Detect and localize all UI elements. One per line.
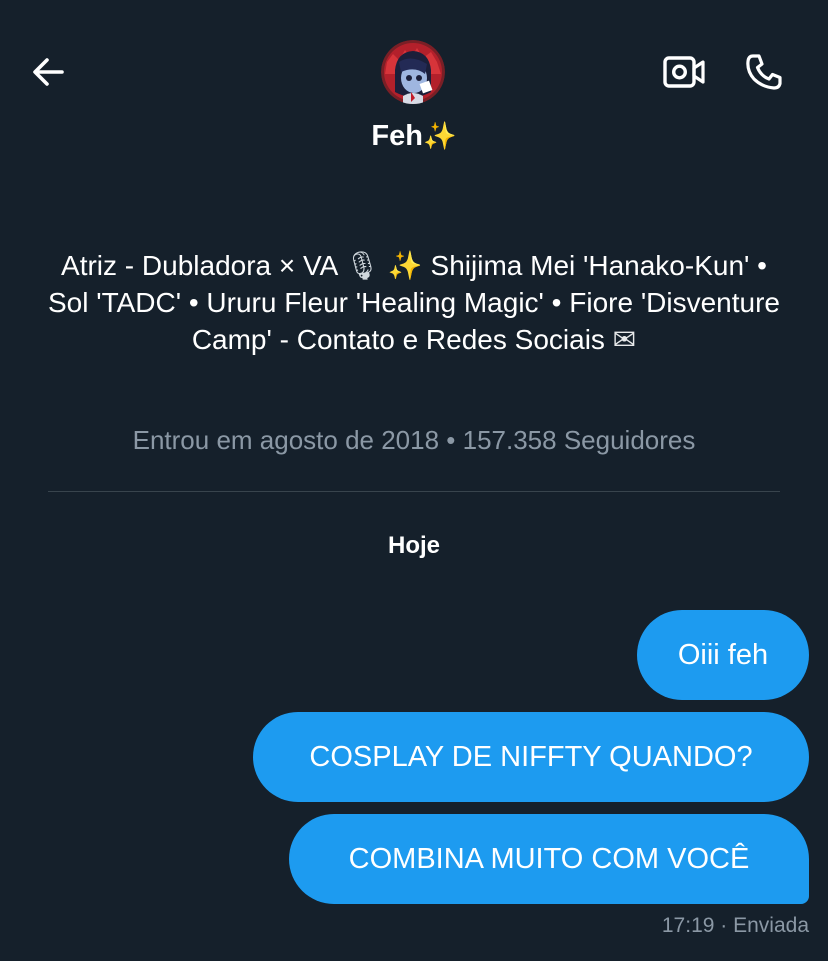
conversation-header: Feh✨	[0, 0, 828, 178]
sparkle-icon: ✨	[387, 249, 423, 282]
avatar-image	[381, 40, 445, 104]
message-sent-status: · Enviada	[720, 914, 809, 937]
message-bubble[interactable]: Oiii feh	[637, 610, 809, 700]
profile-meta: Entrou em agosto de 2018 • 157.358 Segui…	[132, 425, 696, 455]
microphone-icon: 🎙	[344, 249, 381, 282]
message-text: COMBINA MUITO COM VOCÊ	[348, 843, 750, 875]
bio-text-intro: Atriz - Dubladora × VA	[61, 250, 337, 281]
contact-name[interactable]: Feh✨	[0, 116, 828, 157]
sparkle-icon: ✨	[422, 121, 457, 152]
back-button[interactable]	[22, 46, 74, 98]
date-separator: Hoje	[387, 532, 440, 559]
message-bubble[interactable]: COMBINA MUITO COM VOCÊ	[289, 814, 809, 904]
video-camera-icon	[663, 56, 705, 88]
contact-name-text: Feh	[371, 120, 423, 152]
message-status: 17:19 · Enviada	[662, 911, 809, 941]
voice-call-button[interactable]	[738, 46, 790, 98]
arrow-left-icon	[33, 58, 64, 86]
envelope-icon: ✉	[612, 323, 637, 356]
phone-icon	[746, 54, 782, 90]
divider	[48, 491, 780, 492]
avatar[interactable]	[381, 40, 445, 104]
message-bubble[interactable]: COSPLAY DE NIFFTY QUANDO?	[253, 712, 809, 802]
message-text: COSPLAY DE NIFFTY QUANDO?	[309, 741, 753, 773]
message-text: Oiii feh	[677, 639, 769, 671]
profile-bio: Atriz - Dubladora × VA 🎙 ✨ Shijima Mei '…	[40, 247, 788, 358]
video-call-button[interactable]	[658, 46, 710, 98]
message-time: 17:19	[661, 914, 715, 937]
